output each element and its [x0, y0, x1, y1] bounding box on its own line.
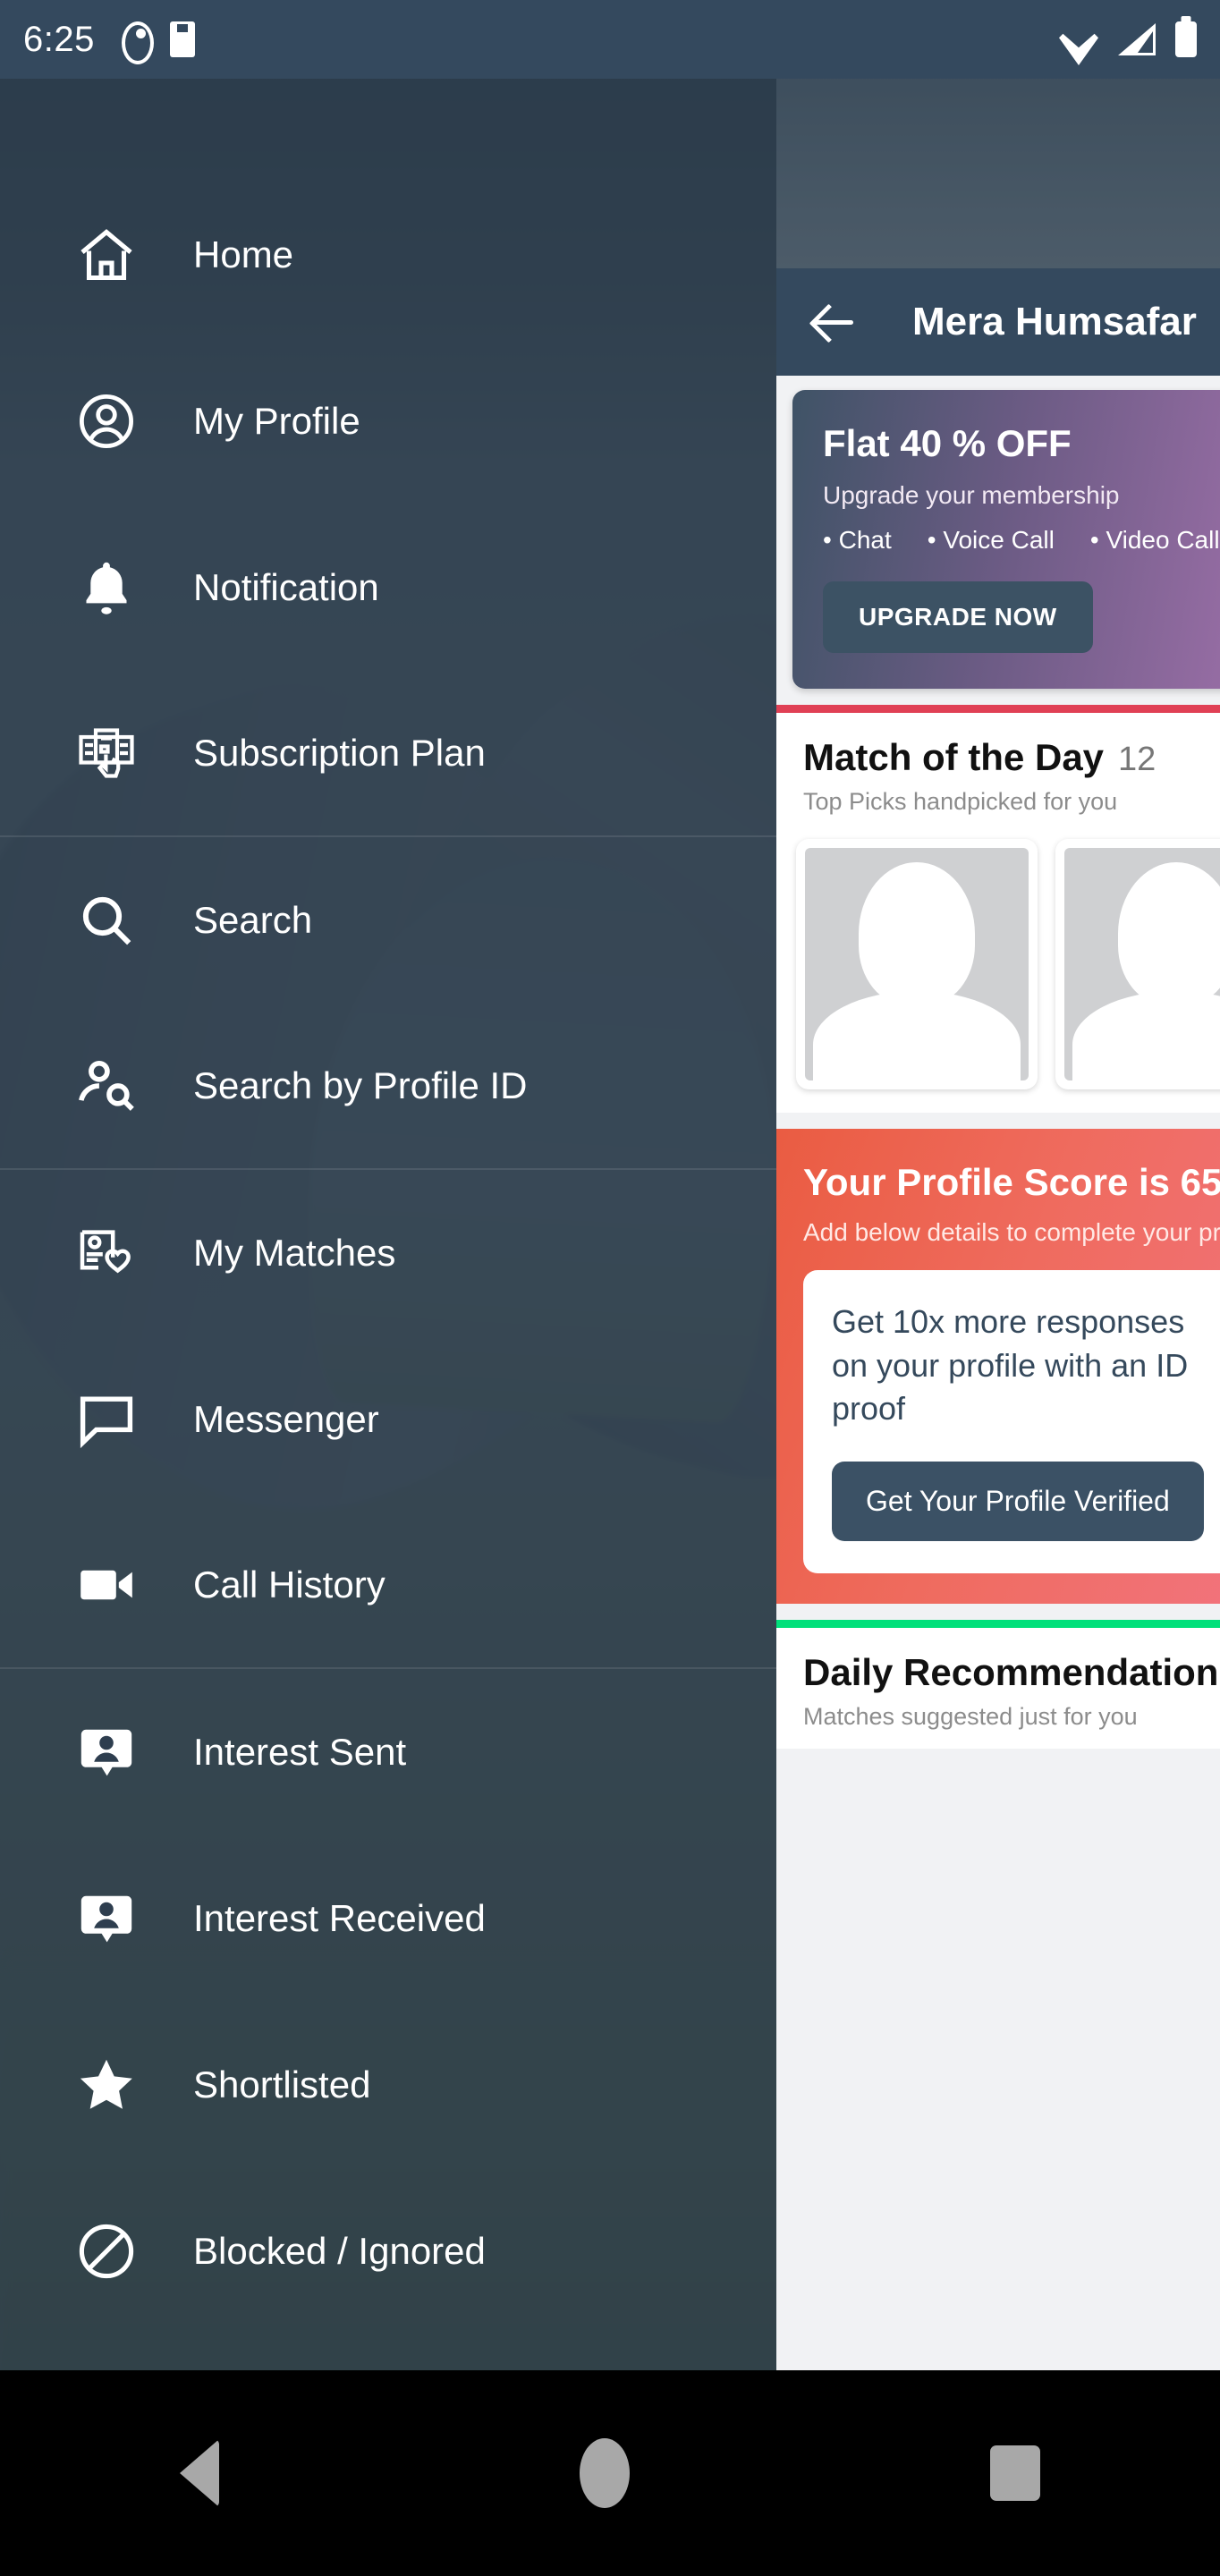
- section-subtitle: Matches suggested just for you: [803, 1702, 1138, 1730]
- sidebar-item-label: Search by Profile ID: [193, 1064, 528, 1106]
- promo-features: Chat Voice Call Video Call: [823, 526, 1220, 555]
- promo-subtitle: Upgrade your membership: [823, 481, 1120, 509]
- sidebar-item-label: Call History: [193, 1563, 385, 1606]
- section-count: 12: [1118, 741, 1156, 778]
- back-arrow-icon[interactable]: [807, 294, 862, 350]
- section-title: Match of the Day: [803, 736, 1105, 778]
- android-nav-bar: [0, 2370, 1220, 2576]
- profile-score-card: Your Profile Score is 65% Add below deta…: [776, 1129, 1220, 1604]
- sidebar-item-label: Shortlisted: [193, 2063, 371, 2106]
- home-icon: [72, 220, 141, 290]
- nav-back-icon[interactable]: [180, 2439, 220, 2507]
- section-accent-bar: [776, 705, 1220, 713]
- nav-recents-icon[interactable]: [989, 2445, 1040, 2501]
- app-bar-title: Mera Humsafar: [912, 300, 1197, 343]
- promo-title: Flat 40 % OFF: [823, 422, 1072, 464]
- nav-home-icon[interactable]: [579, 2438, 630, 2508]
- star-icon: [72, 2050, 141, 2120]
- sidebar-item-search-by-profile-id[interactable]: Search by Profile ID: [0, 1004, 776, 1170]
- sidebar-item-label: Messenger: [193, 1398, 379, 1440]
- vibrate-icon: [118, 21, 154, 64]
- sidebar-item-notification[interactable]: Notification: [0, 504, 776, 671]
- profile-score-title: Your Profile Score is 65%: [803, 1161, 1220, 1203]
- chat-bubble-icon: [72, 1385, 141, 1454]
- sidebar-item-label: Interest Received: [193, 1897, 486, 1939]
- search-icon: [72, 886, 141, 955]
- sidebar-item-interest-sent[interactable]: Interest Sent: [0, 1669, 776, 1835]
- status-bar: 6:25: [0, 0, 1220, 79]
- status-bar-clock: 6:25: [23, 19, 95, 59]
- sidebar-item-label: Subscription Plan: [193, 732, 486, 774]
- sidebar-item-messenger[interactable]: Messenger: [0, 1336, 776, 1503]
- id-verification-card: Get 10x more responses on your profile w…: [803, 1270, 1220, 1573]
- sidebar-item-label: Notification: [193, 566, 379, 608]
- sidebar-item-label: Blocked / Ignored: [193, 2230, 486, 2272]
- sidebar-item-interest-received[interactable]: Interest Received: [0, 1835, 776, 2002]
- section-title: Daily Recommendations: [803, 1650, 1220, 1693]
- battery-icon: [1175, 21, 1197, 57]
- section-accent-bar: [776, 1619, 1220, 1628]
- video-camera-icon: [72, 1550, 141, 1620]
- sidebar-item-label: Search: [193, 899, 313, 941]
- profile-score-subtitle: Add below details to complete your profi…: [803, 1218, 1220, 1246]
- person-badge-icon: [72, 1884, 141, 1953]
- sidebar-item-label: My Profile: [193, 400, 360, 442]
- drawer-menu: Home My Profile Notification Subscriptio…: [0, 79, 776, 2334]
- block-icon: [72, 2216, 141, 2286]
- sidebar-item-subscription-plan[interactable]: Subscription Plan: [0, 671, 776, 837]
- sidebar-item-label: Home: [193, 233, 294, 275]
- sidebar-item-my-profile[interactable]: My Profile: [0, 338, 776, 504]
- person-badge-icon: [72, 1717, 141, 1787]
- promo-feature: Voice Call: [928, 526, 1055, 555]
- user-search-icon: [72, 1051, 141, 1121]
- get-profile-verified-button[interactable]: Get Your Profile Verified: [832, 1461, 1204, 1541]
- match-card[interactable]: [1055, 839, 1220, 1089]
- sidebar-item-search[interactable]: Search: [0, 837, 776, 1004]
- promo-feature: Video Call: [1090, 526, 1219, 555]
- app-content-pane: Mera Humsafar Flat 40 % OFF Upgrade your…: [776, 268, 1220, 2370]
- wifi-icon: [1059, 24, 1098, 55]
- navigation-drawer: Home My Profile Notification Subscriptio…: [0, 70, 776, 2370]
- daily-recommendations-section: Daily Recommendations Matches suggested …: [776, 1619, 1220, 1749]
- user-circle-icon: [72, 386, 141, 456]
- sidebar-item-label: Interest Sent: [193, 1731, 407, 1773]
- signal-icon: [1118, 23, 1156, 55]
- sidebar-item-label: My Matches: [193, 1232, 396, 1274]
- match-card[interactable]: [796, 839, 1038, 1089]
- sidebar-item-my-matches[interactable]: My Matches: [0, 1170, 776, 1336]
- section-subtitle: Top Picks handpicked for you: [803, 788, 1118, 815]
- id-verification-text: Get 10x more responses on your profile w…: [832, 1303, 1189, 1428]
- profile-heart-icon: [72, 1218, 141, 1288]
- subscription-card-icon: [72, 718, 141, 788]
- phone-screen: Mera Humsafar Flat 40 % OFF Upgrade your…: [0, 0, 1220, 2576]
- sidebar-item-call-history[interactable]: Call History: [0, 1503, 776, 1669]
- female-placeholder-avatar: [805, 848, 1029, 1080]
- bell-icon: [72, 553, 141, 623]
- sidebar-item-home[interactable]: Home: [0, 172, 776, 338]
- sidebar-item-shortlisted[interactable]: Shortlisted: [0, 2002, 776, 2168]
- sd-card-icon: [169, 21, 195, 57]
- sidebar-item-blocked-ignored[interactable]: Blocked / Ignored: [0, 2168, 776, 2334]
- promo-feature: Chat: [823, 526, 892, 555]
- upgrade-now-button[interactable]: UPGRADE NOW: [823, 581, 1093, 653]
- female-placeholder-avatar: [1064, 848, 1220, 1080]
- app-bar: Mera Humsafar: [776, 268, 1220, 376]
- promo-banner[interactable]: Flat 40 % OFF Upgrade your membership Ch…: [792, 390, 1220, 689]
- match-of-the-day-section: Match of the Day 12 Top Picks handpicked…: [776, 705, 1220, 1113]
